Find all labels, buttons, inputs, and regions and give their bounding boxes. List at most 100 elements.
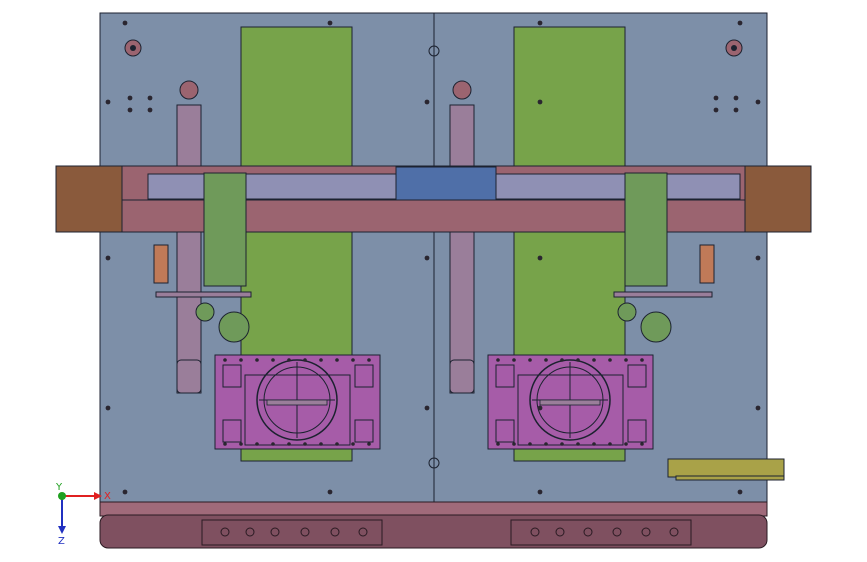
fixture-bolt [335,358,339,362]
copper-part-left [153,244,169,284]
fixture-bolt [255,442,259,446]
plate-hole [755,255,761,261]
fixture-bolt [528,358,532,362]
fixture-bolt [640,358,644,362]
fixture-bolt [560,442,564,446]
copper-part-right [699,244,715,284]
plate-hole [127,95,133,101]
fixture-bolt [271,358,275,362]
fixture-bolt [239,442,243,446]
plate-hole [733,95,739,101]
fixture-bolt [560,358,564,362]
plate-hole [737,489,743,495]
pulley-left [195,302,215,322]
triad-z-arrowhead [58,526,66,534]
plate-hole [713,95,719,101]
fixture-bolt [367,442,371,446]
fixture-bolt [367,358,371,362]
drive-gear-left [218,311,250,343]
fixture-bolt [351,358,355,362]
plate-hole [327,20,333,26]
beam-end-block-right [744,165,812,233]
plate-hole [537,20,543,26]
pulley-right [617,302,637,322]
plate-hole [424,99,430,105]
fixture-bolt [287,442,291,446]
fixture-arm [539,399,601,406]
plate-hole [733,107,739,113]
mount-bar-right [613,291,713,298]
triad-z-label: Z [58,536,65,547]
plate-hole [537,255,543,261]
fixture-bolt [271,442,275,446]
cross-beam [55,165,812,233]
guide-knob-right [452,80,472,100]
fixture-bolt [223,442,227,446]
plate-hole [424,255,430,261]
guide-bar-right [449,104,475,394]
fixture-bolt [303,358,307,362]
fixture-bolt [287,358,291,362]
plate-hole [537,405,543,411]
fixture-bolt [624,358,628,362]
carriage-motor-left [203,172,247,287]
locator-pin-hole [130,45,136,51]
fixture-bolt [319,442,323,446]
fixture-bolt [496,442,500,446]
fixture-arm [266,399,328,406]
bottom-rail [99,501,768,549]
plate-hole [537,99,543,105]
mount-bar-left [155,291,252,298]
side-bracket [667,458,785,478]
plate-hole [737,20,743,26]
beam-center-slot [395,166,497,201]
plate-hole [122,20,128,26]
beam-end-block-left [55,165,123,233]
plate-hole [537,489,543,495]
plate-hole [105,405,111,411]
triad-x-label: X [104,491,111,502]
guide-shoe-left [176,359,202,394]
bottom-rail-top-band [99,501,768,517]
fixture-bolt [576,358,580,362]
drive-gear-right [640,311,672,343]
fixture-bolt [544,358,548,362]
fixture-bolt [544,442,548,446]
carriage-motor-right [624,172,668,287]
fixture-bolt [608,442,612,446]
plate-hole [755,405,761,411]
plate-hole [424,405,430,411]
triad-y-axis [58,492,66,500]
guide-bar-left [176,104,202,394]
plate-hole [147,95,153,101]
rotary-fixture-right [487,354,654,450]
guide-knob-left [179,80,199,100]
fixture-bolt [335,442,339,446]
fixture-bolt [496,358,500,362]
side-part [667,458,785,481]
fixture-bolt [624,442,628,446]
fixture-bolt [303,442,307,446]
guide-shoe-right [449,359,475,394]
plate-hole [713,107,719,113]
plate-hole [127,107,133,113]
fixture-bolt [319,358,323,362]
plate-hole [122,489,128,495]
plate-hole [105,99,111,105]
fixture-bolt [528,442,532,446]
cad-drawing-view: X Y Z [55,12,812,549]
fixture-bolt [576,442,580,446]
side-bracket-base [675,475,785,481]
fixture-bolt [592,442,596,446]
plate-hole [105,255,111,261]
plate-hole [147,107,153,113]
rotary-fixture-left [214,354,381,450]
fixture-bolt [512,358,516,362]
plate-hole [327,489,333,495]
plate-hole [755,99,761,105]
fixture-bolt [239,358,243,362]
fixture-bolt [351,442,355,446]
fixture-bolt [608,358,612,362]
fixture-bolt [592,358,596,362]
fixture-bolt [223,358,227,362]
